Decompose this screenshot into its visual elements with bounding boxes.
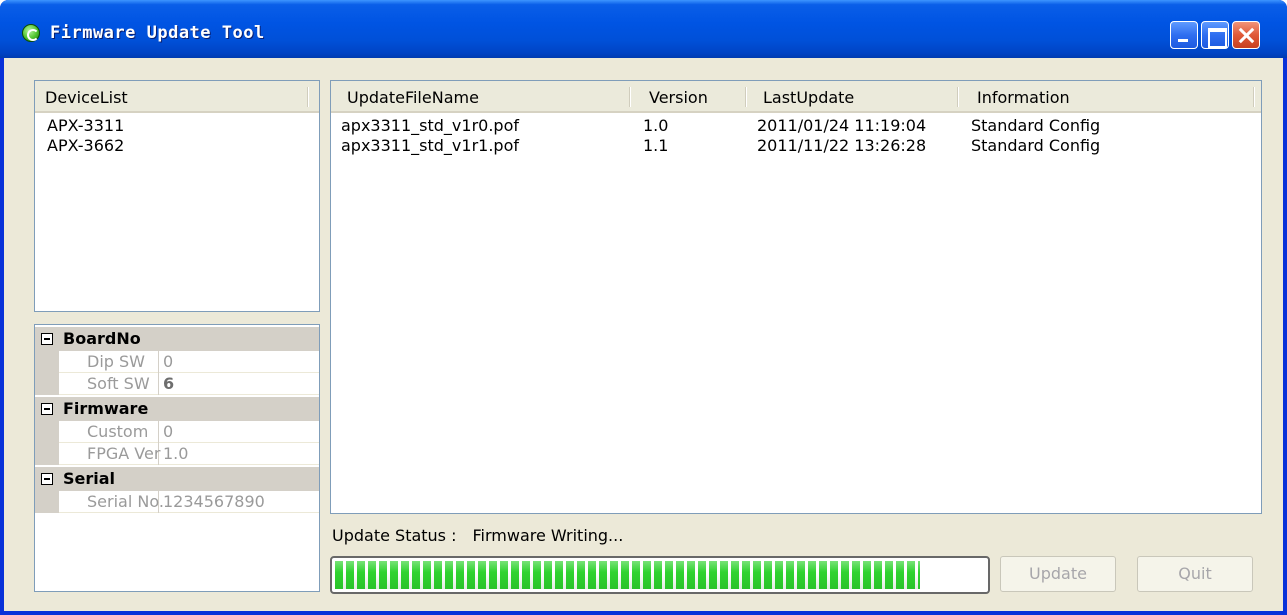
property-name: Soft SW — [59, 373, 159, 395]
category-firmware[interactable]: Firmware — [35, 397, 319, 421]
property-row-soft-sw[interactable]: Soft SW 6 — [35, 373, 319, 395]
property-value[interactable]: 6 — [161, 373, 174, 395]
column-separator[interactable] — [745, 87, 747, 107]
column-header-information[interactable]: Information — [971, 81, 1070, 111]
column-header-devicelist[interactable]: DeviceList — [39, 81, 128, 111]
update-file-list[interactable]: UpdateFileName Version LastUpdate Inform… — [330, 80, 1262, 514]
property-value[interactable]: 1234567890 — [161, 491, 265, 513]
window-title: Firmware Update Tool — [50, 23, 265, 43]
property-row-fpga-ver[interactable]: FPGA Ver 1.0 — [35, 443, 319, 465]
app-window: Firmware Update Tool DeviceList APX-3311… — [0, 0, 1287, 615]
column-separator[interactable] — [1253, 87, 1255, 107]
file-row-1-information[interactable]: Standard Config — [971, 135, 1100, 157]
column-header-lastupdate[interactable]: LastUpdate — [757, 81, 854, 111]
device-list-item[interactable]: APX-3311 — [47, 115, 124, 137]
progress-bar-fill — [335, 561, 920, 589]
maximize-button[interactable] — [1201, 21, 1229, 49]
collapse-icon[interactable] — [41, 403, 53, 415]
column-separator[interactable] — [957, 87, 959, 107]
file-row-0-filename[interactable]: apx3311_std_v1r0.pof — [341, 115, 519, 137]
property-name: Dip SW — [59, 351, 159, 373]
property-row-serial-no[interactable]: Serial No. 1234567890 — [35, 491, 319, 513]
file-row-0-version[interactable]: 1.0 — [643, 115, 668, 137]
file-row-1-filename[interactable]: apx3311_std_v1r1.pof — [341, 135, 519, 157]
file-row-0-information[interactable]: Standard Config — [971, 115, 1100, 137]
refresh-app-icon — [22, 24, 40, 42]
row-gutter — [35, 443, 59, 465]
category-serial[interactable]: Serial — [35, 467, 319, 491]
column-separator[interactable] — [307, 87, 309, 107]
update-status: Update Status : Firmware Writing... — [332, 526, 623, 545]
property-row-dip-sw[interactable]: Dip SW 0 — [35, 351, 319, 373]
update-button[interactable]: Update — [1000, 556, 1116, 592]
title-bar[interactable]: Firmware Update Tool — [0, 0, 1287, 58]
property-value[interactable]: 1.0 — [161, 443, 188, 465]
file-row-1-version[interactable]: 1.1 — [643, 135, 668, 157]
file-list-header: UpdateFileName Version LastUpdate Inform… — [331, 81, 1261, 113]
update-status-label: Update Status : — [332, 526, 457, 545]
collapse-icon[interactable] — [41, 333, 53, 345]
device-list-header: DeviceList — [35, 81, 319, 113]
update-status-value: Firmware Writing... — [472, 526, 624, 545]
property-name: Custom — [59, 421, 159, 443]
device-list[interactable]: DeviceList APX-3311 APX-3662 — [34, 80, 320, 312]
file-row-1-lastupdate[interactable]: 2011/11/22 13:26:28 — [757, 135, 926, 157]
row-gutter — [35, 351, 59, 373]
category-label: Firmware — [63, 399, 149, 418]
property-value[interactable]: 0 — [161, 351, 173, 373]
category-label: Serial — [63, 469, 116, 488]
close-button[interactable] — [1232, 21, 1260, 49]
collapse-icon[interactable] — [41, 473, 53, 485]
property-name: FPGA Ver — [59, 443, 160, 465]
quit-button[interactable]: Quit — [1137, 556, 1253, 592]
row-gutter — [35, 373, 59, 395]
row-gutter — [35, 491, 59, 513]
property-row-custom[interactable]: Custom 0 — [35, 421, 319, 443]
property-value[interactable]: 0 — [161, 421, 173, 443]
progress-bar — [330, 556, 990, 594]
progress-fill-shine — [335, 561, 920, 589]
property-grid[interactable]: BoardNo Dip SW 0 Soft SW 6 Firmware Cust… — [34, 324, 320, 592]
minimize-button[interactable] — [1170, 21, 1198, 49]
property-name: Serial No. — [59, 491, 164, 513]
category-boardno[interactable]: BoardNo — [35, 327, 319, 351]
column-separator[interactable] — [629, 87, 631, 107]
column-header-updatefilename[interactable]: UpdateFileName — [341, 81, 479, 111]
category-label: BoardNo — [63, 329, 141, 348]
device-list-item[interactable]: APX-3662 — [47, 135, 124, 157]
client-area: DeviceList APX-3311 APX-3662 BoardNo Dip… — [4, 58, 1283, 611]
row-gutter — [35, 421, 59, 443]
file-row-0-lastupdate[interactable]: 2011/01/24 11:19:04 — [757, 115, 926, 137]
column-header-version[interactable]: Version — [643, 81, 708, 111]
